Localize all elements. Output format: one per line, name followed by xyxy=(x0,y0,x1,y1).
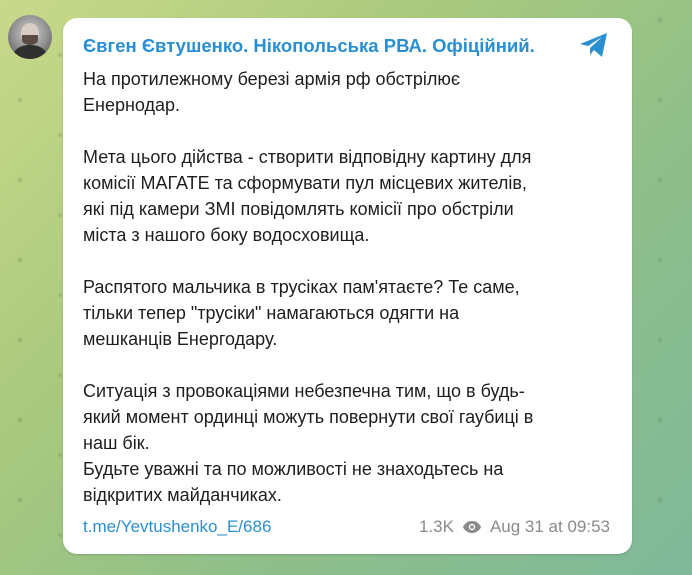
message-paragraph-3: Распятого мальчика в трусіках пам'ятаєте… xyxy=(83,274,613,352)
message-line: міста з нашого боку водосховища. xyxy=(83,225,370,245)
avatar-body-shape xyxy=(14,45,46,59)
message-line: Мета цього дійства - створити відповідну… xyxy=(83,147,532,167)
view-count: 1.3K xyxy=(418,517,454,536)
eye-icon xyxy=(462,521,481,533)
message-line: тільки тепер "трусіки" намагаються одягт… xyxy=(83,303,460,323)
avatar-beard-shape xyxy=(22,35,38,45)
post-message: На протилежному березі армія рф обстрілю… xyxy=(83,66,613,508)
message-line: На протилежному березі армія рф обстрілю… xyxy=(83,69,461,89)
message-paragraph-2: Мета цього дійства - створити відповідну… xyxy=(83,144,613,248)
message-line: Ситуація з провокаціями небезпечна тим, … xyxy=(83,381,525,401)
post-timestamp: Aug 31 at 09:53 xyxy=(489,517,610,536)
message-paragraph-4: Ситуація з провокаціями небезпечна тим, … xyxy=(83,378,613,508)
message-line: Будьте уважні та по можливості не знаход… xyxy=(83,459,504,479)
message-line: комісії МАГАТЕ та сформувати пул місцеви… xyxy=(83,173,527,193)
message-line: які під камери ЗМІ повідомлять комісії п… xyxy=(83,199,514,219)
message-line: Енернодар. xyxy=(83,95,181,115)
telegram-logo-icon[interactable] xyxy=(578,31,610,59)
message-line: наш бік. xyxy=(83,433,150,453)
message-line: мешканців Енергодару. xyxy=(83,329,278,349)
message-line: відкритих майданчиках. xyxy=(83,485,282,505)
message-line: який момент ординці можуть повернути сво… xyxy=(83,407,534,427)
message-paragraph-1: На протилежному березі армія рф обстрілю… xyxy=(83,66,613,118)
channel-avatar[interactable] xyxy=(8,15,52,59)
post-card: Євген Євтушенко. Нікопольська РВА. Офіці… xyxy=(63,18,632,554)
post-link[interactable]: t.me/Yevtushenko_E/686 xyxy=(83,517,271,537)
message-line: Распятого мальчика в трусіках пам'ятаєте… xyxy=(83,277,520,297)
post-meta: 1.3K Aug 31 at 09:53 xyxy=(419,517,610,537)
channel-name[interactable]: Євген Євтушенко. Нікопольська РВА. Офіці… xyxy=(83,35,535,57)
